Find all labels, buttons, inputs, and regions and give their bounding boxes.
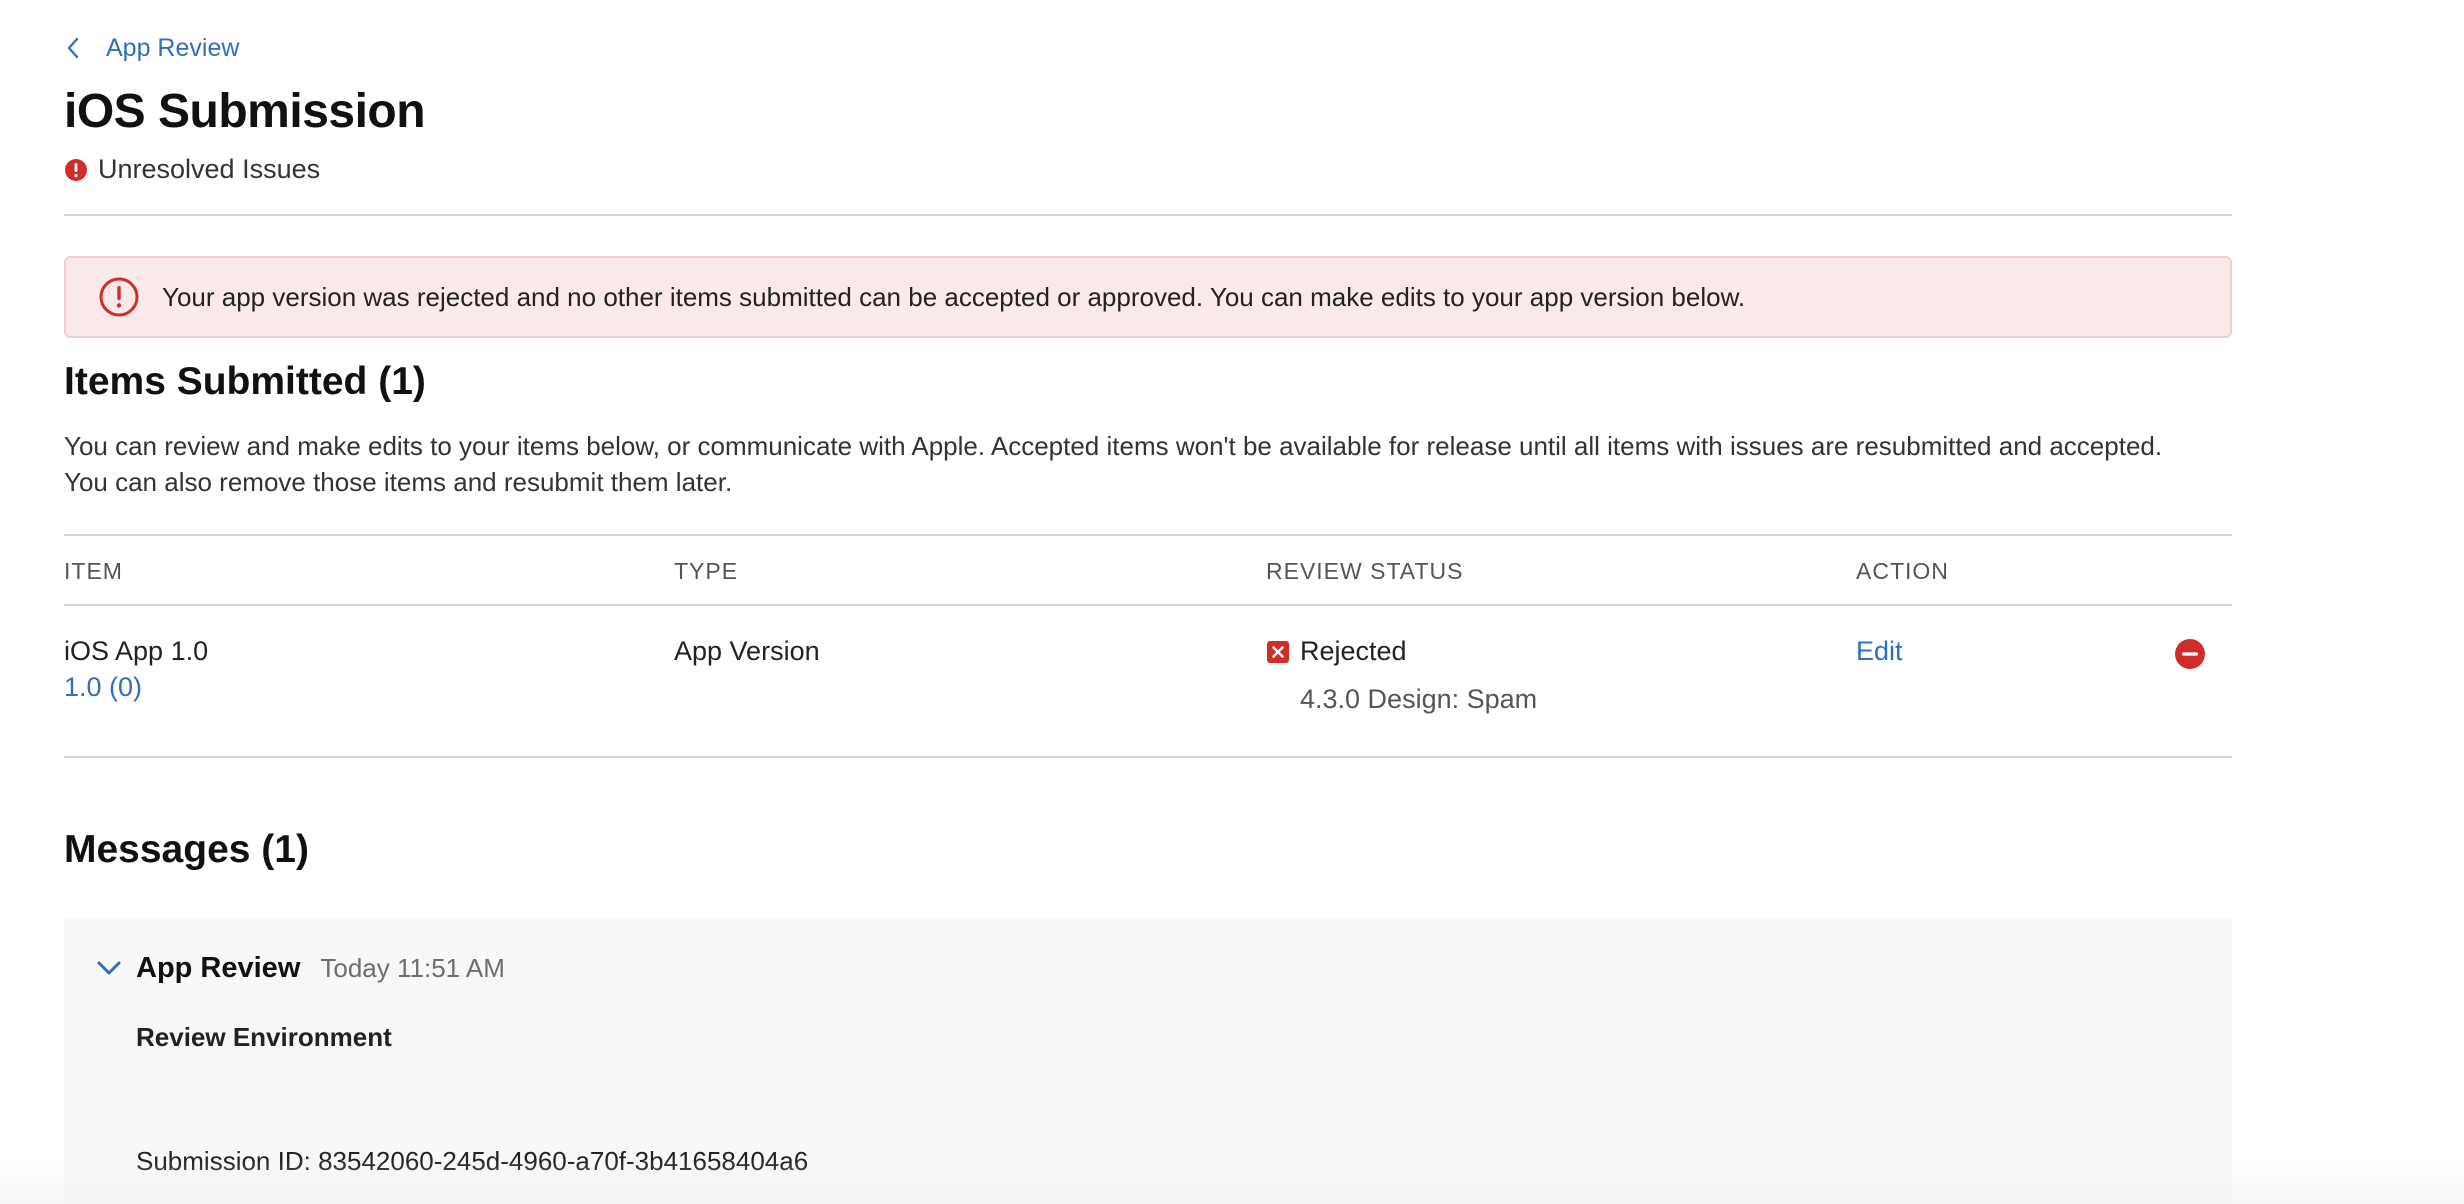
message-timestamp: Today 11:51 AM xyxy=(320,952,505,983)
table-row: iOS App 1.0 1.0 (0) App Version Rejected… xyxy=(64,606,2232,756)
review-status-label: Rejected xyxy=(1300,636,1407,666)
submission-status: Unresolved Issues xyxy=(64,154,320,185)
table-bottom-rule xyxy=(64,756,2232,758)
x-square-icon xyxy=(1266,640,1290,664)
exclamation-circle-icon xyxy=(98,276,140,318)
column-header-action: ACTION xyxy=(1856,558,1949,584)
message-body: Submission ID: 83542060-245d-4960-a70f-3… xyxy=(136,1146,809,1176)
message-subheading: Review Environment xyxy=(136,1022,392,1052)
rejection-alert: Your app version was rejected and no oth… xyxy=(64,256,2232,338)
status-text: Unresolved Issues xyxy=(98,154,321,184)
column-header-review-status: REVIEW STATUS xyxy=(1266,558,1464,584)
alert-text: Your app version was rejected and no oth… xyxy=(162,281,1746,312)
chevron-left-icon xyxy=(64,30,100,66)
submission-page: App Review iOS Submission Unresolved Iss… xyxy=(0,0,2464,1204)
messages-heading: Messages (1) xyxy=(64,828,309,871)
message-sender: App Review xyxy=(136,951,301,984)
page-title: iOS Submission xyxy=(64,85,426,138)
breadcrumb-link[interactable]: App Review xyxy=(106,34,239,63)
error-circle-icon xyxy=(64,158,88,182)
table-header: ITEM TYPE REVIEW STATUS ACTION xyxy=(64,536,2232,604)
items-description: You can review and make edits to your it… xyxy=(64,431,2163,497)
column-header-item: ITEM xyxy=(64,558,123,584)
message-header-toggle[interactable]: App Review Today 11:51 AM xyxy=(94,948,505,988)
chevron-down-icon xyxy=(94,953,124,983)
minus-circle-icon[interactable] xyxy=(2174,638,2206,670)
items-table: ITEM TYPE REVIEW STATUS ACTION iOS App 1… xyxy=(64,534,2232,758)
item-build-link[interactable]: 1.0 (0) xyxy=(64,672,142,703)
items-submitted-heading: Items Submitted (1) xyxy=(64,360,426,403)
rejection-reason: 4.3.0 Design: Spam xyxy=(1300,684,1538,714)
breadcrumb[interactable]: App Review xyxy=(64,30,239,66)
item-type: App Version xyxy=(674,636,820,666)
review-status: Rejected xyxy=(1266,636,1407,667)
header-divider xyxy=(64,214,2232,216)
edit-button[interactable]: Edit xyxy=(1856,636,1903,667)
column-header-type: TYPE xyxy=(674,558,739,584)
item-name: iOS App 1.0 xyxy=(64,636,209,666)
message-card: App Review Today 11:51 AM Review Environ… xyxy=(64,918,2232,1204)
